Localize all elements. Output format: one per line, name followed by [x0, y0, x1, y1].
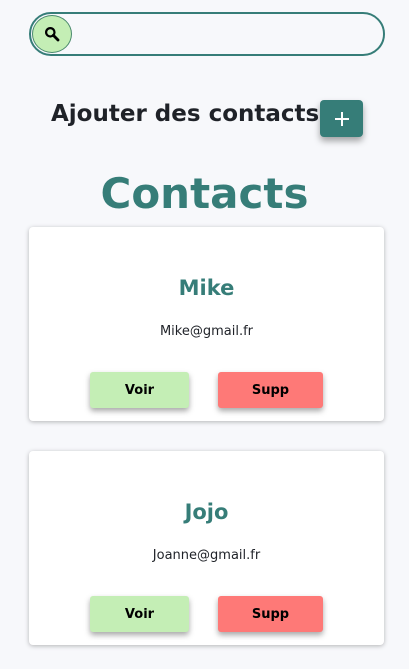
add-contacts-label: Ajouter des contacts	[51, 101, 320, 127]
delete-contact-button[interactable]: Supp	[218, 372, 323, 408]
view-contact-button[interactable]: Voir	[90, 596, 189, 632]
add-contact-button[interactable]	[320, 100, 363, 137]
view-contact-button[interactable]: Voir	[90, 372, 189, 408]
contact-name: Jojo	[184, 500, 229, 524]
plus-icon	[334, 111, 349, 126]
search-button[interactable]	[32, 15, 72, 53]
contact-email: Mike@gmail.fr	[159, 324, 254, 339]
contact-name: Mike	[178, 276, 235, 300]
contact-card: Mike Mike@gmail.fr Voir Supp	[29, 227, 384, 421]
contact-email: Joanne@gmail.fr	[152, 548, 261, 563]
search-bar	[29, 12, 385, 56]
contact-card: Jojo Joanne@gmail.fr Voir Supp	[29, 451, 384, 645]
delete-contact-button[interactable]: Supp	[218, 596, 323, 632]
search-input[interactable]	[77, 16, 377, 54]
search-icon	[45, 27, 60, 42]
page-title: Contacts	[100, 169, 309, 218]
